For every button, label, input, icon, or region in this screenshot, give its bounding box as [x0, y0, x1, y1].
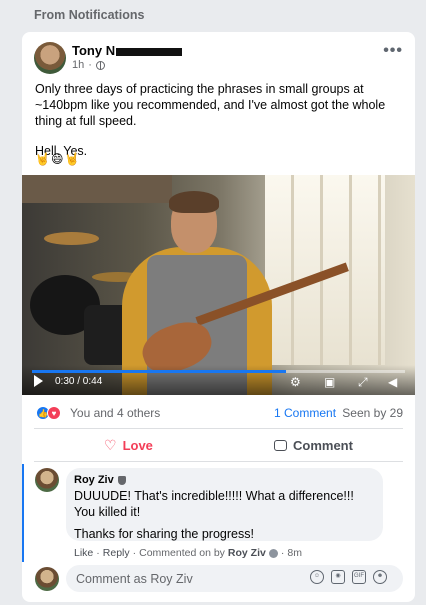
comment-time[interactable]: 8m [287, 547, 302, 559]
video-progress-fill [32, 370, 286, 373]
video-scene-cymbal [44, 232, 99, 245]
post-author[interactable]: Tony N [72, 43, 183, 58]
comment-meta: Like · Reply · Commented on by Roy Ziv ·… [74, 547, 302, 559]
author-avatar[interactable] [34, 42, 66, 74]
comment-like-link[interactable]: Like [74, 547, 93, 559]
play-icon[interactable] [34, 375, 43, 387]
comment-author[interactable]: Roy Ziv [74, 474, 114, 486]
love-button[interactable]: ♡ Love [104, 434, 153, 456]
comment-item: Roy Ziv DUUUDE! That's incredible!!!!! W… [22, 464, 415, 562]
reactions-summary[interactable]: You and 4 others [70, 406, 160, 420]
divider [34, 428, 403, 429]
author-name[interactable]: Tony N [72, 43, 115, 58]
composer-avatar [35, 567, 59, 591]
comment-reply-link[interactable]: Reply [103, 547, 130, 559]
video-player[interactable]: 0:30 / 0:44 ⚙ ▣ ⤢ ◀ [22, 175, 415, 395]
info-icon[interactable] [268, 548, 278, 558]
comment-button[interactable]: Comment [274, 434, 353, 456]
seen-by-count[interactable]: Seen by 29 [342, 406, 403, 420]
highlight-bar [22, 464, 24, 562]
post-paragraph: Only three days of practicing the phrase… [35, 82, 386, 128]
pip-icon[interactable]: ▣ [324, 376, 335, 388]
gif-icon[interactable]: GIF [352, 570, 366, 584]
more-options-icon[interactable]: ••• [383, 42, 403, 60]
video-time: 0:30 / 0:44 [55, 376, 103, 387]
fullscreen-icon[interactable]: ⤢ [358, 376, 368, 388]
post-meta: 1h · [72, 59, 105, 71]
settings-icon[interactable]: ⚙ [290, 376, 301, 388]
commented-on-by-text: Commented on by [139, 547, 225, 559]
post-card: Tony N 1h · ••• Only three days of pract… [22, 32, 415, 602]
comment-bubble: Roy Ziv DUUUDE! That's incredible!!!!! W… [66, 468, 383, 541]
volume-icon[interactable]: ◀ [388, 376, 397, 388]
globe-icon [95, 60, 105, 70]
shield-icon [117, 475, 126, 485]
video-scene-hair [169, 191, 219, 213]
post-text: Only three days of practicing the phrase… [35, 81, 405, 173]
sticker-icon[interactable]: ☻ [373, 570, 387, 584]
video-progress-bar[interactable] [32, 370, 405, 373]
post-time[interactable]: 1h [72, 59, 84, 71]
post-stats: 👍 ♥ You and 4 others 1 Comment Seen by 2… [36, 404, 403, 422]
commented-by-name[interactable]: Roy Ziv [228, 547, 266, 559]
divider [34, 461, 403, 462]
video-scene-shelf [22, 175, 172, 203]
composer-icons: ☺ ◉ GIF ☻ [310, 570, 387, 584]
comment-bubble-icon [274, 439, 287, 451]
comment-text: Thanks for sharing the progress! [74, 527, 254, 541]
comment-author-row: Roy Ziv [74, 474, 375, 486]
camera-icon[interactable]: ◉ [331, 570, 345, 584]
commenter-avatar[interactable] [35, 468, 59, 492]
section-label: From Notifications [34, 8, 145, 22]
post-emoji-line: 🤘😄🤘 [35, 152, 81, 166]
heart-icon: ♡ [104, 436, 117, 453]
love-label: Love [122, 437, 153, 453]
love-reaction-icon: ♥ [47, 406, 61, 420]
comment-text: DUUUDE! That's incredible!!!!! What a di… [74, 489, 354, 519]
post-paragraph: Hell. Yes. [35, 144, 88, 158]
comment-label: Comment [293, 437, 353, 453]
comment-count-link[interactable]: 1 Comment [274, 406, 336, 420]
emoji-icon[interactable]: ☺ [310, 570, 324, 584]
name-redaction [116, 47, 183, 56]
